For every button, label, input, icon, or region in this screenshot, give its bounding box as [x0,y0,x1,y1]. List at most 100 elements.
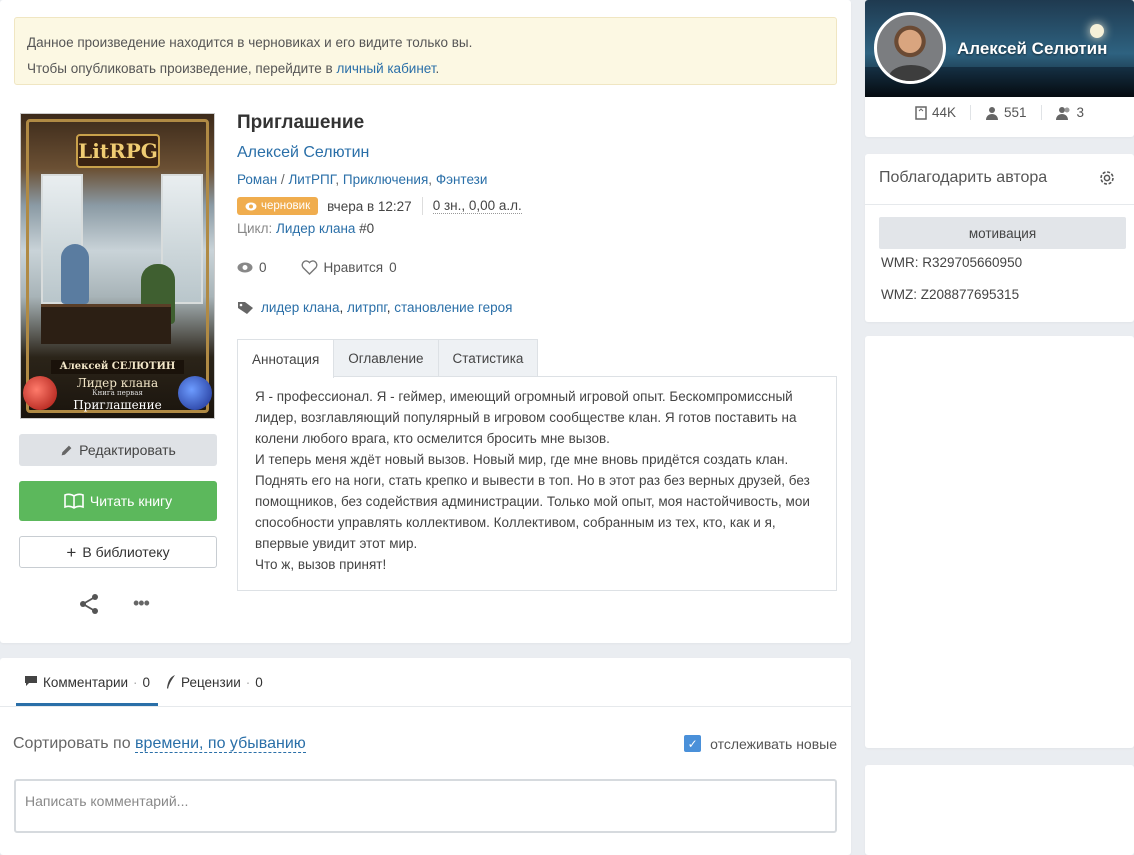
cover-logo: LitRPG [76,134,160,168]
tags-icon [238,301,253,314]
draft-notice: Данное произведение находится в черновик… [14,17,837,85]
annotation-paragraph: Я - профессионал. Я - геймер, имеющий ог… [255,389,797,446]
genre-link[interactable]: Роман [237,172,277,187]
divider [865,204,1134,205]
personal-cabinet-link[interactable]: личный кабинет [336,61,435,76]
gear-icon[interactable] [1098,169,1116,187]
book-main-panel: Данное произведение находится в черновик… [0,0,851,643]
tab-statistics[interactable]: Статистика [437,339,539,377]
meta-divider [421,197,423,215]
author-card: Алексей Селютин 44K 551 3 [865,0,1134,137]
author-stat-followers[interactable]: 551 [969,105,1041,120]
comments-count: 0 [142,675,151,690]
author-stat-books-value: 44K [931,105,956,120]
cover-figure [61,244,89,304]
motivation-button[interactable]: мотивация [879,217,1126,249]
pencil-icon [61,445,72,455]
thank-author-title: Поблагодарить автора [879,169,1048,186]
book-stats: 0 Нравится 0 [237,260,397,275]
book-size: 0 зн., 0,00 а.л. [432,198,522,214]
draft-badge-label: черновик [261,200,311,212]
sidebar-widget [865,336,1134,748]
book-date: вчера в 12:27 [327,198,412,214]
author-stat-books[interactable]: 44K [901,105,970,120]
cover-text: Алексей СЕЛЮТИН Лидер клана Книга первая… [51,360,184,411]
user-icon [985,106,998,120]
comment-input[interactable]: Написать комментарий... [14,779,837,833]
edit-button[interactable]: Редактировать [19,434,217,466]
genres: Роман / ЛитРПГ, Приключения, Фэнтези [237,172,488,187]
users-icon [1055,106,1070,120]
dot-separator: · [245,675,251,690]
cycle-link[interactable]: Лидер клана [276,221,355,236]
book-cover[interactable]: LitRPG Алексей СЕЛЮТИН Лидер клана Книга… [20,113,215,419]
tab-contents[interactable]: Оглавление [333,339,439,377]
author-avatar[interactable] [874,12,946,84]
cycle-label: Цикл: [237,221,276,236]
cover-book-number: Книга первая [92,389,143,397]
draft-notice-line1: Данное произведение находится в черновик… [27,35,473,50]
eye-icon [245,202,257,210]
annotation-paragraph: И теперь меня ждёт новый вызов. Новый ми… [255,452,810,551]
tab-reviews[interactable]: Рецензии · 0 [158,673,271,706]
comments-panel: Комментарии · 0 Рецензии · 0 Сортировать… [0,658,851,855]
author-stat-friends-value: 3 [1076,105,1085,120]
track-new-toggle[interactable]: ✓ отслеживать новые [684,735,837,752]
author-stats: 44K 551 3 [865,105,1134,120]
more-options-icon[interactable]: ••• [133,594,150,612]
cycle-number: #0 [355,221,375,236]
wmz-wallet: WMZ: Z208877695315 [881,287,1020,302]
read-book-button[interactable]: Читать книгу [19,481,217,521]
share-icon[interactable] [78,593,100,615]
divider [0,706,851,707]
cover-desk [41,304,171,344]
tag-link[interactable]: становление героя [394,300,512,315]
banner-moon [1090,24,1104,38]
draft-notice-prefix: Чтобы опубликовать произведение, перейди… [27,61,337,76]
genre-link[interactable]: Приключения [343,172,428,187]
sort-label: Сортировать по [13,735,136,752]
tab-reviews-label: Рецензии [181,675,241,690]
tag-separator: , [339,300,347,315]
comments-tabs: Комментарии · 0 Рецензии · 0 [16,673,271,706]
track-label: отслеживать новые [710,735,837,752]
draft-notice-suffix: . [435,61,440,76]
add-to-library-label: В библиотеку [82,544,170,560]
tab-comments[interactable]: Комментарии · 0 [16,673,159,706]
quill-icon [167,675,176,689]
cycle-info: Цикл: Лидер клана #0 [237,221,374,236]
dot-separator: · [133,675,138,690]
read-book-label: Читать книгу [89,493,173,509]
author-link[interactable]: Алексей Селютин [237,144,369,162]
annotation-paragraph: Что ж, вызов принят! [255,557,387,572]
author-card-name[interactable]: Алексей Селютин [957,39,1107,59]
track-checkbox[interactable]: ✓ [684,735,702,752]
tab-annotation[interactable]: Аннотация [237,339,335,378]
annotation-text: Я - профессионал. Я - геймер, имеющий ог… [237,376,837,591]
speech-bubble-icon [25,676,37,686]
cover-title: Приглашение [73,398,162,412]
eye-icon [237,262,253,273]
add-to-library-button[interactable]: + В библиотеку [19,536,217,568]
tag-link[interactable]: литрпг [347,300,387,315]
likes-label: Нравится [323,260,384,275]
cover-series: Лидер клана [76,376,159,390]
book-title: Приглашение [237,112,365,133]
open-book-icon [64,493,84,509]
wmr-wallet: WMR: R329705660950 [881,255,1023,270]
reviews-count: 0 [255,675,263,690]
views-count: 0 [259,260,267,275]
sort-dropdown[interactable]: времени, по убыванию [135,735,306,753]
author-stat-followers-value: 551 [1003,105,1027,120]
genre-link[interactable]: Фэнтези [436,172,488,187]
author-stat-friends[interactable]: 3 [1040,105,1099,120]
tag-link[interactable]: лидер клана [261,300,339,315]
genre-link[interactable]: ЛитРПГ [288,172,335,187]
sort-control: Сортировать по времени, по убыванию [13,735,306,753]
tags: лидер клана, литрпг, становление героя [237,300,512,315]
genre-separator: / [277,172,289,187]
draft-badge: черновик [237,197,319,215]
cover-author: Алексей СЕЛЮТИН [51,360,184,374]
thank-author-panel: Поблагодарить автора мотивация WMR: R329… [865,154,1134,322]
heart-icon[interactable] [301,260,318,275]
